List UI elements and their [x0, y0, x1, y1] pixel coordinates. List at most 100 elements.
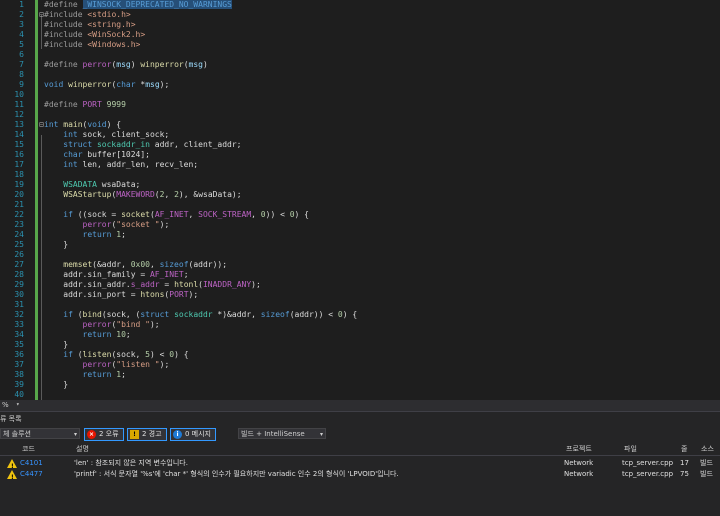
- code-token: "bind ": [116, 320, 150, 329]
- zoom-level[interactable]: %: [2, 401, 9, 409]
- code-line[interactable]: int sock, client_sock;: [44, 130, 169, 140]
- code-line[interactable]: }: [44, 340, 68, 350]
- code-line[interactable]: #define _WINSOCK_DEPRECATED_NO_WARNINGS: [44, 0, 232, 10]
- column-header-source[interactable]: 소스: [701, 444, 714, 455]
- code-line[interactable]: memset(&addr, 0x00, sizeof(addr));: [44, 260, 227, 270]
- error-line: 75: [680, 470, 689, 478]
- errors-filter-button[interactable]: × 2 오류: [84, 428, 124, 441]
- code-token: );: [159, 80, 170, 89]
- code-line[interactable]: #include <WinSock2.h>: [44, 30, 145, 40]
- code-line[interactable]: addr.sin_port = htons(PORT);: [44, 290, 198, 300]
- code-token: 9999: [106, 100, 126, 109]
- column-header-line[interactable]: 줄: [681, 444, 687, 455]
- line-number: 4: [19, 30, 24, 39]
- build-intellisense-select[interactable]: 빌드 + IntelliSense ▾: [238, 428, 326, 439]
- messages-filter-button[interactable]: i 0 메시지: [170, 428, 216, 441]
- error-list-title: 류 목록: [0, 415, 22, 423]
- code-token: len, addr_len, recv_len;: [82, 160, 199, 169]
- code-line[interactable]: if (bind(sock, (struct sockaddr *)&addr,…: [44, 310, 357, 320]
- code-line[interactable]: #include <string.h>: [44, 20, 136, 30]
- line-number: 3: [19, 20, 24, 29]
- code-line[interactable]: addr.sin_addr.s_addr = htonl(INADDR_ANY)…: [44, 280, 261, 290]
- code-line[interactable]: WSAStartup(MAKEWORD(2, 2), &wsaData);: [44, 190, 241, 200]
- error-code-link[interactable]: C4477: [20, 469, 43, 480]
- code-token: return: [82, 230, 117, 239]
- fold-guide: [41, 135, 42, 400]
- code-line[interactable]: #define PORT 9999: [44, 100, 126, 110]
- code-token: );: [159, 220, 170, 229]
- code-line[interactable]: if ((sock = socket(AF_INET, SOCK_STREAM,…: [44, 210, 309, 220]
- code-line[interactable]: int main(void) {: [44, 120, 121, 130]
- code-line[interactable]: if (listen(sock, 5) < 0) {: [44, 350, 188, 360]
- line-number: 38: [14, 370, 24, 379]
- column-header-description[interactable]: 설명: [76, 444, 89, 455]
- code-line[interactable]: }: [44, 240, 68, 250]
- code-token: =: [159, 280, 175, 289]
- scope-select[interactable]: 체 솔루션 ▾: [0, 428, 80, 439]
- code-token: sockaddr: [174, 310, 218, 319]
- code-token: )) <: [265, 210, 290, 219]
- code-line[interactable]: perror("listen ");: [44, 360, 170, 370]
- code-line[interactable]: }: [44, 380, 68, 390]
- code-line[interactable]: int len, addr_len, recv_len;: [44, 160, 198, 170]
- code-editor[interactable]: 1 2 3 4 5 6 7 8 9 10 11 12 13 14 15 16 17 18 19 20 21 22 23 24 2…: [0, 0, 720, 400]
- code-line[interactable]: addr.sin_family = AF_INET;: [44, 270, 188, 280]
- code-line[interactable]: #define perror(msg) winperror(msg): [44, 60, 208, 70]
- code-line[interactable]: return 1;: [44, 230, 126, 240]
- code-token: WSAStartup: [63, 190, 112, 199]
- column-header-file[interactable]: 파일: [624, 444, 637, 455]
- code-line[interactable]: struct sockaddr_in addr, client_addr;: [44, 140, 241, 150]
- warnings-filter-button[interactable]: ! 2 경고: [127, 428, 167, 441]
- line-number: 26: [14, 250, 24, 259]
- code-token: ): [130, 60, 141, 69]
- code-line[interactable]: perror("socket ");: [44, 220, 170, 230]
- code-token: ) {: [294, 210, 309, 219]
- code-token: buffer[1024];: [87, 150, 150, 159]
- column-header-project[interactable]: 프로젝트: [566, 444, 592, 455]
- code-token: char: [63, 150, 88, 159]
- code-token: );: [251, 280, 261, 289]
- code-token: );: [159, 360, 170, 369]
- error-code-link[interactable]: C4101: [20, 458, 43, 469]
- code-token: <Windows.h>: [87, 40, 141, 49]
- code-line[interactable]: char buffer[1024];: [44, 150, 150, 160]
- code-line[interactable]: return 10;: [44, 330, 131, 340]
- warning-icon: !: [7, 459, 17, 470]
- line-number: 14: [14, 130, 24, 139]
- line-number: 39: [14, 380, 24, 389]
- chevron-down-icon: ▾: [73, 431, 77, 438]
- error-list-toolbar: 체 솔루션 ▾ × 2 오류 ! 2 경고 i 0 메시지 빌드 + Intel…: [0, 428, 720, 442]
- line-number: 33: [14, 320, 24, 329]
- error-list-row[interactable]: ! C4101 'len' : 참조되지 않은 지역 변수입니다. Network tc…: [0, 458, 720, 470]
- code-token: struct: [140, 310, 175, 319]
- code-line[interactable]: return 1;: [44, 370, 126, 380]
- code-token: <string.h>: [87, 20, 136, 29]
- code-line[interactable]: perror("bind ");: [44, 320, 160, 330]
- line-number: 37: [14, 360, 24, 369]
- code-token: }: [44, 380, 69, 389]
- code-token: ) <: [150, 350, 170, 359]
- code-token: if: [63, 310, 78, 319]
- line-number: 13: [14, 120, 24, 129]
- messages-filter-label: 0 메시지: [185, 430, 211, 438]
- error-list-row[interactable]: ! C4477 'printf' : 서식 문자열 '%s'에 'char *' 형…: [0, 469, 720, 481]
- code-token: sockaddr_in: [96, 140, 155, 149]
- code-token: WSADATA: [63, 180, 102, 189]
- code-line[interactable]: #include <stdio.h>: [44, 10, 131, 20]
- code-token: PORT: [169, 290, 189, 299]
- code-token: #include: [44, 20, 88, 29]
- error-list-panel: % ▾ 류 목록 체 솔루션 ▾ × 2 오류 ! 2 경고 i 0 메시지 빌…: [0, 400, 720, 516]
- warning-icon-glyph: !: [11, 474, 14, 481]
- warning-icon: !: [7, 470, 17, 481]
- code-token: (sock,: [111, 350, 146, 359]
- zoom-dropdown-icon[interactable]: ▾: [16, 401, 20, 408]
- column-header-code[interactable]: 코드: [22, 444, 35, 455]
- code-line[interactable]: void winperror(char *msg);: [44, 80, 169, 90]
- code-line[interactable]: #include <Windows.h>: [44, 40, 140, 50]
- line-number: 28: [14, 270, 24, 279]
- code-token: #include: [44, 10, 88, 19]
- code-line[interactable]: WSADATA wsaData;: [44, 180, 140, 190]
- code-token: if: [63, 350, 78, 359]
